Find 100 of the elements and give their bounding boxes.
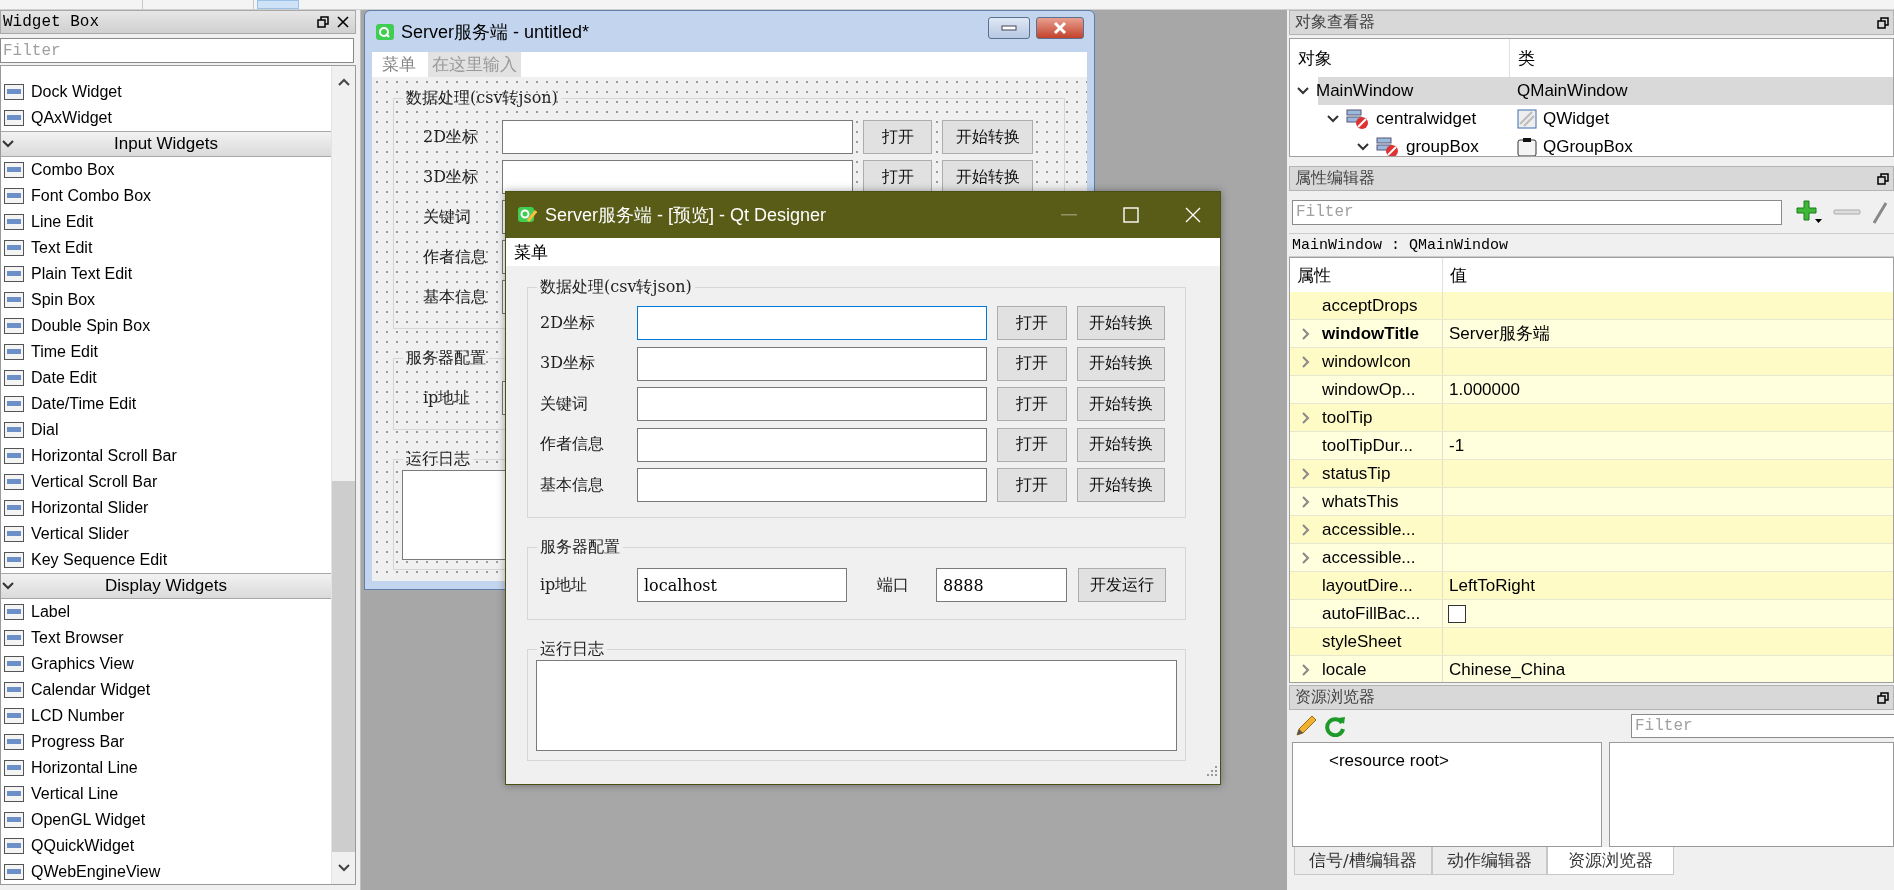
- push-button[interactable]: 开始转换: [1077, 306, 1165, 340]
- property-row[interactable]: whatsThis: [1290, 488, 1893, 516]
- property-value[interactable]: Server服务端: [1443, 324, 1551, 343]
- widget-item[interactable]: Progress Bar: [31, 733, 125, 751]
- widget-item[interactable]: Time Edit: [31, 343, 98, 361]
- push-button[interactable]: 开始转换: [1077, 387, 1165, 421]
- text-field[interactable]: [637, 346, 987, 381]
- tree-row[interactable]: groupBox QGroupBox: [1290, 133, 1893, 156]
- float-icon[interactable]: [1877, 691, 1889, 704]
- category-header[interactable]: Display Widgets: [1, 573, 331, 599]
- scrollbar[interactable]: [331, 66, 355, 884]
- widget-item[interactable]: Font Combo Box: [31, 187, 152, 205]
- push-button[interactable]: 开始转换: [942, 120, 1033, 154]
- property-row[interactable]: windowTitle Server服务端: [1290, 320, 1893, 348]
- widget-item[interactable]: Horizontal Line: [31, 759, 138, 777]
- push-button[interactable]: 开始转换: [1077, 468, 1165, 502]
- property-value[interactable]: -1: [1443, 435, 1465, 455]
- text-field[interactable]: 8888: [936, 568, 1067, 602]
- widget-item[interactable]: Plain Text Edit: [31, 265, 133, 283]
- column-header[interactable]: 对象: [1290, 39, 1510, 77]
- property-row[interactable]: toolTip: [1290, 404, 1893, 432]
- push-button[interactable]: 开始转换: [1077, 346, 1165, 381]
- text-field[interactable]: [502, 160, 853, 194]
- widget-item[interactable]: Combo Box: [31, 161, 115, 179]
- widget-item[interactable]: Text Edit: [31, 239, 93, 257]
- property-value[interactable]: 1.000000: [1443, 379, 1520, 399]
- widget-item[interactable]: LCD Number: [31, 707, 125, 725]
- text-field[interactable]: [637, 306, 987, 340]
- filter-field[interactable]: Filter: [1631, 714, 1894, 738]
- widget-item[interactable]: QAxWidget: [31, 109, 112, 127]
- property-row[interactable]: acceptDrops: [1290, 292, 1893, 320]
- float-icon[interactable]: [1877, 172, 1889, 185]
- widget-item[interactable]: Vertical Slider: [31, 525, 129, 543]
- push-button[interactable]: 开始转换: [942, 160, 1033, 194]
- filter-field[interactable]: Filter: [1292, 199, 1782, 225]
- push-button[interactable]: 打开: [997, 468, 1067, 502]
- column-header[interactable]: 值: [1443, 258, 1893, 292]
- widget-item[interactable]: Double Spin Box: [31, 317, 151, 335]
- push-button[interactable]: 打开: [863, 160, 932, 194]
- widget-item[interactable]: Dock Widget: [31, 83, 122, 101]
- chevron-up-icon[interactable]: [336, 76, 351, 87]
- chevron-down-icon[interactable]: [336, 863, 351, 874]
- widget-item[interactable]: Line Edit: [31, 213, 94, 231]
- push-button[interactable]: 开始转换: [1077, 427, 1165, 462]
- widget-item[interactable]: Horizontal Slider: [31, 499, 149, 517]
- dock-tab[interactable]: 信号/槽编辑器: [1294, 847, 1432, 875]
- column-header[interactable]: 类: [1510, 46, 1893, 70]
- filter-field[interactable]: Filter: [0, 38, 354, 63]
- property-row[interactable]: windowIcon: [1290, 348, 1893, 376]
- widget-item[interactable]: QWebEngineView: [31, 863, 161, 881]
- widget-item[interactable]: Vertical Scroll Bar: [31, 473, 158, 491]
- push-button[interactable]: 打开: [997, 427, 1067, 462]
- widget-item[interactable]: Calendar Widget: [31, 681, 151, 699]
- property-row[interactable]: windowOp... 1.000000: [1290, 376, 1893, 404]
- float-icon[interactable]: [1877, 16, 1889, 29]
- widget-item[interactable]: Graphics View: [31, 655, 134, 673]
- log-text-area[interactable]: [536, 660, 1177, 751]
- dock-tab[interactable]: 动作编辑器: [1431, 847, 1547, 875]
- widget-item[interactable]: Label: [31, 603, 71, 621]
- widget-item[interactable]: Spin Box: [31, 291, 96, 309]
- property-row[interactable]: styleSheet: [1290, 628, 1893, 656]
- widget-item[interactable]: Text Browser: [31, 629, 124, 647]
- push-button[interactable]: 打开: [997, 306, 1067, 340]
- resize-grip-icon[interactable]: [1206, 765, 1218, 777]
- widget-item[interactable]: Date Edit: [31, 369, 97, 387]
- property-value[interactable]: LeftToRight: [1443, 575, 1535, 595]
- property-row[interactable]: accessible...: [1290, 544, 1893, 572]
- widget-item[interactable]: Date/Time Edit: [31, 395, 137, 413]
- tree-row[interactable]: centralwidget QWidget: [1290, 105, 1893, 133]
- menu-item[interactable]: 菜单: [514, 240, 548, 264]
- widget-item[interactable]: Horizontal Scroll Bar: [31, 447, 177, 465]
- close-icon[interactable]: [337, 16, 349, 28]
- close-button[interactable]: [1036, 16, 1084, 39]
- push-button[interactable]: 打开: [863, 120, 932, 154]
- dock-tab[interactable]: 资源浏览器: [1546, 847, 1674, 875]
- property-row[interactable]: locale Chinese_China: [1290, 656, 1893, 682]
- property-row[interactable]: autoFillBac...: [1290, 600, 1893, 628]
- category-header[interactable]: Input Widgets: [1, 131, 331, 157]
- widget-item[interactable]: Vertical Line: [31, 785, 119, 803]
- text-field[interactable]: [502, 120, 853, 154]
- menu-item[interactable]: 菜单: [378, 52, 420, 77]
- property-row[interactable]: layoutDire... LeftToRight: [1290, 572, 1893, 600]
- widget-item[interactable]: QQuickWidget: [31, 837, 135, 855]
- text-field[interactable]: localhost: [637, 568, 847, 602]
- property-row[interactable]: statusTip: [1290, 460, 1893, 488]
- text-field[interactable]: [637, 387, 987, 421]
- push-button[interactable]: 打开: [997, 346, 1067, 381]
- property-row[interactable]: toolTipDur... -1: [1290, 432, 1893, 460]
- reload-icon[interactable]: [1324, 715, 1346, 737]
- minimize-button[interactable]: [988, 16, 1030, 39]
- float-icon[interactable]: [317, 16, 329, 28]
- text-field[interactable]: [637, 468, 987, 502]
- push-button[interactable]: 开发运行: [1078, 568, 1166, 602]
- push-button[interactable]: 打开: [997, 387, 1067, 421]
- pencil-icon[interactable]: [1294, 714, 1318, 738]
- property-row[interactable]: accessible...: [1290, 516, 1893, 544]
- text-field[interactable]: [637, 427, 987, 462]
- widget-item[interactable]: OpenGL Widget: [31, 811, 146, 829]
- widget-item[interactable]: Dial: [31, 421, 59, 439]
- property-value[interactable]: Chinese_China: [1443, 659, 1566, 679]
